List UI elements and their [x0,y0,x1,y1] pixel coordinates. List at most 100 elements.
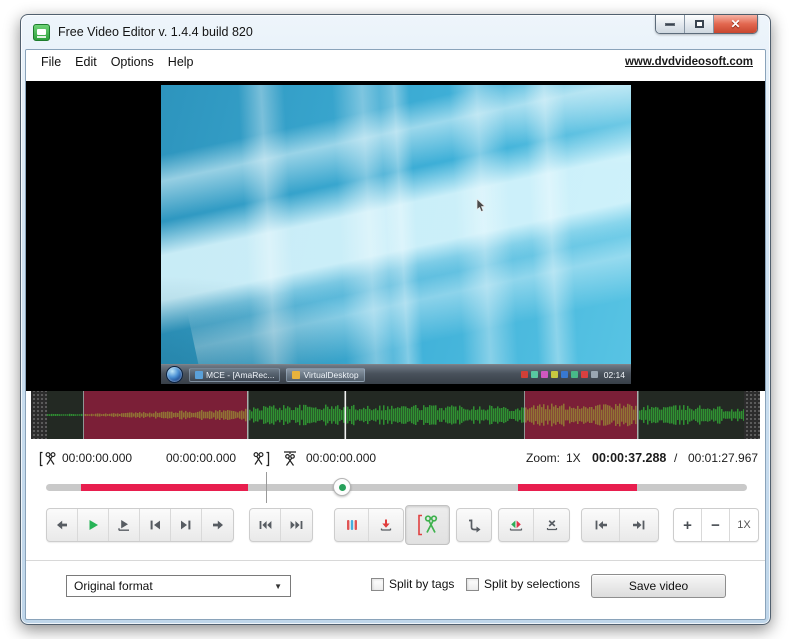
menu-bar: File Edit Options Help www.dvdvideosoft.… [26,50,765,74]
menu-options[interactable]: Options [104,53,161,71]
checkbox-box [466,577,479,591]
selection-group [498,508,570,542]
video-stage: MCE - [AmaRec... VirtualDesktop 02:14 [26,81,765,391]
jump-group [581,508,659,542]
jump-to-start-button[interactable] [582,509,620,541]
zoom-reset-label: 1X [737,519,751,531]
minimize-button[interactable] [656,15,685,33]
cut-position-time: 00:00:00.000 [306,451,377,465]
taskbar-app-label: VirtualDesktop [303,369,359,380]
timeline-grip-right[interactable] [744,391,760,439]
split-by-selections-checkbox[interactable]: Split by selections [466,577,580,591]
next-frame-icon [178,517,194,533]
current-time: 00:00:37.288 [592,451,667,465]
taskbar-app-label: MCE - [AmaRec... [206,369,275,380]
taskbar-app-1: MCE - [AmaRec... [189,367,281,382]
video-preview: MCE - [AmaRec... VirtualDesktop 02:14 [161,85,631,384]
tags-button[interactable] [335,509,369,541]
timeline-grip-left[interactable] [31,391,47,439]
step-back-button[interactable] [47,509,78,541]
output-format-value: Original format [74,579,153,593]
save-video-button[interactable]: Save video [591,574,726,598]
tray-icon [550,371,558,378]
zoom-out-button[interactable]: − [702,509,730,541]
add-tag-button[interactable] [369,509,403,541]
taskbar-app-2: VirtualDesktop [286,367,365,382]
seek-slider-row [26,469,765,505]
play-from-marker-button[interactable] [109,509,140,541]
arrow-right-icon [210,517,226,533]
turn-arrow-button[interactable] [457,509,491,541]
taskbar-clock: 02:14 [603,369,625,380]
scene-group [249,508,313,542]
toolbar: + − 1X [26,505,765,547]
clear-selections-button[interactable] [534,509,569,541]
minus-icon: − [711,516,720,534]
turn-arrow-icon [465,516,483,534]
next-scene-icon [289,517,305,533]
minimize-icon [665,22,675,26]
tray-icon [560,371,568,378]
selection-start-scissors-icon [39,451,59,467]
tags-icon [344,517,360,533]
jump-to-end-button[interactable] [620,509,658,541]
slider-selection-1 [81,484,248,491]
zoom-in-button[interactable]: + [674,509,702,541]
save-video-label: Save video [628,579,689,593]
split-by-selections-label: Split by selections [484,577,581,591]
next-frame-button[interactable] [171,509,202,541]
tray-icon [540,371,548,378]
split-by-tags-checkbox[interactable]: Split by tags [371,577,454,591]
zoom-value: 1X [566,451,581,465]
previous-frame-icon [147,517,163,533]
tray-icon [530,371,538,378]
video-taskbar: MCE - [AmaRec... VirtualDesktop 02:14 [161,364,631,384]
tags-group [334,508,404,542]
close-button[interactable]: ✕ [714,15,757,33]
play-from-marker-icon [116,517,132,533]
bar-arrow-right-icon [631,517,647,533]
step-forward-button[interactable] [202,509,233,541]
move-group [456,508,492,542]
mouse-cursor-icon [476,198,486,213]
menu-help[interactable]: Help [161,53,201,71]
plus-icon: + [683,516,692,534]
cut-position-scissors-icon [282,451,298,467]
next-scene-button[interactable] [281,509,312,541]
tray-icon [570,371,578,378]
window-title: Free Video Editor v. 1.4.4 build 820 [58,25,253,39]
invert-selection-button[interactable] [499,509,534,541]
previous-scene-icon [257,517,273,533]
seek-handle-dot [338,483,346,491]
close-icon: ✕ [730,17,741,31]
waveform-svg [47,391,745,439]
timeline-playhead [344,391,347,439]
waveform-timeline[interactable] [31,391,760,439]
menu-edit[interactable]: Edit [68,53,104,71]
footer: Original format ▼ Split by tags Split by… [26,560,765,619]
zoom-reset-button[interactable]: 1X [730,509,758,541]
window-content: File Edit Options Help www.dvdvideosoft.… [25,49,766,620]
start-orb-icon [166,366,183,383]
selection-end-time: 00:00:00.000 [166,451,237,465]
seek-track[interactable] [46,472,747,503]
title-bar[interactable]: Free Video Editor v. 1.4.4 build 820 ✕ [21,15,770,49]
previous-frame-button[interactable] [140,509,171,541]
chevron-down-icon: ▼ [274,581,282,591]
app-icon [33,23,50,41]
output-format-select[interactable]: Original format ▼ [66,575,291,597]
previous-scene-button[interactable] [250,509,281,541]
menu-file[interactable]: File [34,53,68,71]
cut-scissors-icon [415,513,441,537]
cut-selection-button[interactable] [405,505,450,545]
checkbox-box [371,577,384,591]
clear-selections-icon [544,517,560,533]
arrow-left-icon [54,517,70,533]
maximize-icon [694,20,704,28]
website-link[interactable]: www.dvdvideosoft.com [625,56,757,68]
slider-selection-2 [518,484,637,491]
seek-handle[interactable] [333,478,351,496]
bar-arrow-left-icon [593,517,609,533]
play-button[interactable] [78,509,109,541]
maximize-button[interactable] [685,15,714,33]
